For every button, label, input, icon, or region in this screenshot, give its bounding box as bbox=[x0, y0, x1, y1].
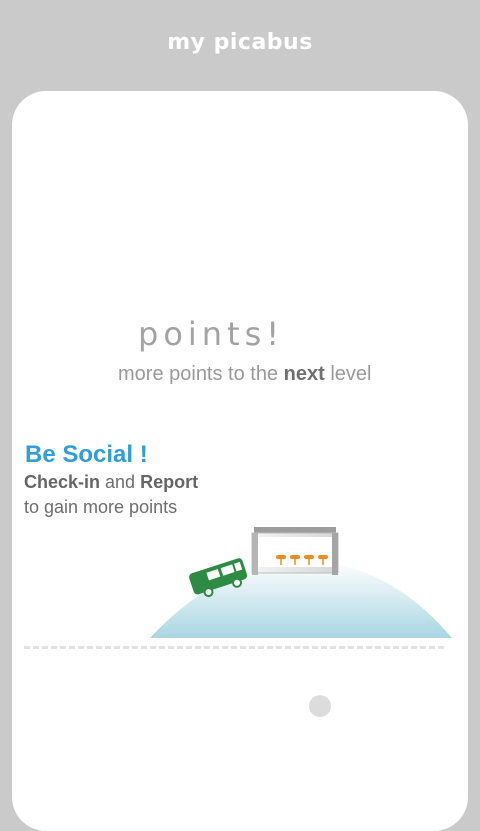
and-label: and bbox=[100, 472, 141, 492]
be-social-heading: Be Social ! bbox=[25, 441, 148, 468]
points-subtitle-end: level bbox=[324, 363, 372, 385]
report-label: Report bbox=[140, 472, 199, 492]
social-description-line2: to gain more points bbox=[24, 497, 178, 517]
content-card: points! more points to the next level Be… bbox=[12, 91, 468, 831]
social-description-line1: Check-in and Report bbox=[24, 472, 198, 493]
points-heading: points! bbox=[138, 315, 285, 353]
bus-shelter-icon bbox=[251, 527, 339, 575]
checkin-label: Check-in bbox=[24, 472, 101, 492]
points-subtitle: more points to the next level bbox=[118, 363, 371, 386]
bus-stop-illustration bbox=[150, 527, 452, 638]
points-subtitle-start: more points to the bbox=[118, 363, 284, 385]
points-subtitle-bold: next bbox=[283, 363, 325, 385]
app-title: my picabus bbox=[167, 30, 313, 55]
page-indicator-dot[interactable] bbox=[309, 695, 331, 717]
dashed-divider bbox=[24, 646, 444, 649]
